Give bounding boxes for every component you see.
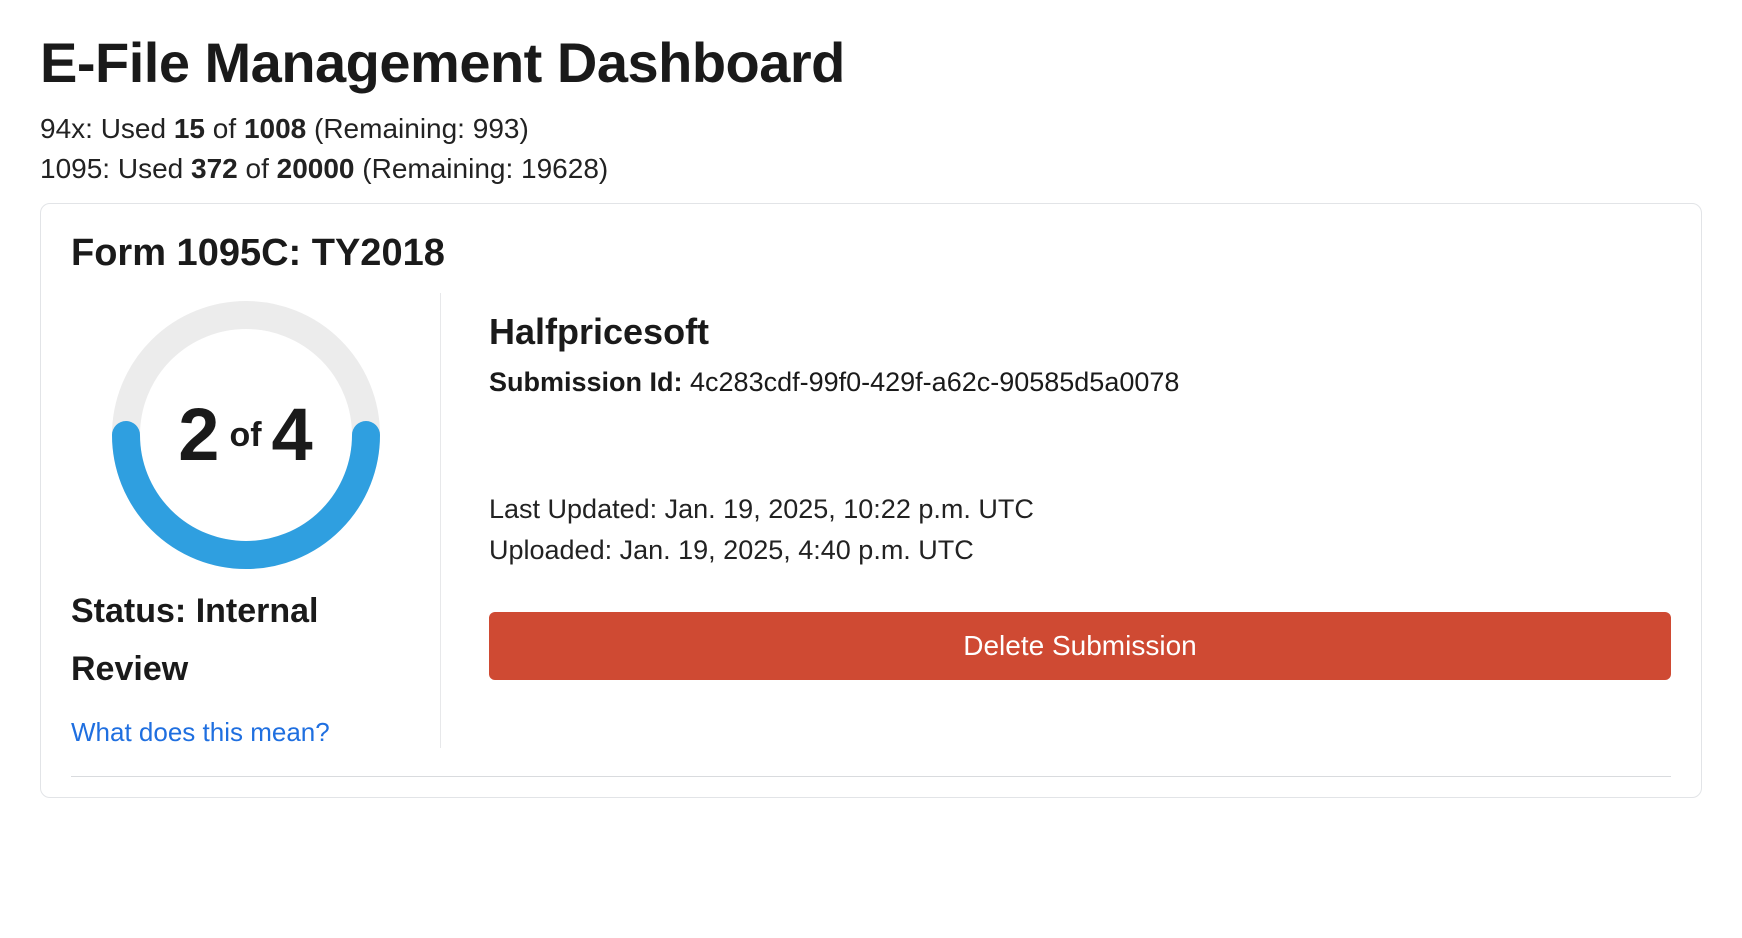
status-column: 2 of 4 Status: Internal Review What does…: [71, 293, 441, 748]
progress-total: 4: [272, 398, 313, 472]
progress-ring-wrap: 2 of 4: [71, 299, 420, 571]
progress-of: of: [229, 416, 261, 455]
usage-94x-remaining: (Remaining: 993): [306, 113, 529, 144]
usage-1095: 1095: Used 372 of 20000 (Remaining: 1962…: [40, 153, 1702, 185]
status-help-link[interactable]: What does this mean?: [71, 717, 330, 748]
delete-submission-button[interactable]: Delete Submission: [489, 612, 1671, 680]
usage-1095-total: 20000: [277, 153, 355, 184]
card-title: Form 1095C: TY2018: [71, 232, 1671, 275]
progress-ring: 2 of 4: [110, 299, 382, 571]
usage-1095-used: 372: [191, 153, 238, 184]
card-body: 2 of 4 Status: Internal Review What does…: [71, 293, 1671, 777]
usage-94x-prefix: 94x: Used: [40, 113, 174, 144]
submission-id-line: Submission Id: 4c283cdf-99f0-429f-a62c-9…: [489, 367, 1671, 398]
org-name: Halfpricesoft: [489, 311, 1671, 353]
submission-id-label: Submission Id:: [489, 367, 683, 397]
usage-1095-of: of: [238, 153, 277, 184]
details-column: Halfpricesoft Submission Id: 4c283cdf-99…: [441, 293, 1671, 748]
usage-94x-of: of: [205, 113, 244, 144]
page-title: E-File Management Dashboard: [40, 30, 1702, 95]
uploaded-label: Uploaded:: [489, 535, 620, 565]
submission-id-value: 4c283cdf-99f0-429f-a62c-90585d5a0078: [683, 367, 1180, 397]
usage-94x-used: 15: [174, 113, 205, 144]
last-updated-label: Last Updated:: [489, 494, 665, 524]
last-updated-value: Jan. 19, 2025, 10:22 p.m. UTC: [665, 494, 1034, 524]
usage-94x: 94x: Used 15 of 1008 (Remaining: 993): [40, 113, 1702, 145]
progress-current: 2: [178, 398, 219, 472]
last-updated-line: Last Updated: Jan. 19, 2025, 10:22 p.m. …: [489, 494, 1671, 525]
uploaded-value: Jan. 19, 2025, 4:40 p.m. UTC: [620, 535, 974, 565]
dashboard-page: E-File Management Dashboard 94x: Used 15…: [0, 0, 1742, 938]
progress-ring-center: 2 of 4: [110, 299, 382, 571]
status-label: Status:: [71, 592, 196, 630]
submission-card: Form 1095C: TY2018 2 of 4: [40, 203, 1702, 798]
status-line: Status: Internal Review: [71, 583, 420, 699]
usage-1095-remaining: (Remaining: 19628): [355, 153, 609, 184]
spacer: [489, 398, 1671, 494]
usage-1095-prefix: 1095: Used: [40, 153, 191, 184]
uploaded-line: Uploaded: Jan. 19, 2025, 4:40 p.m. UTC: [489, 535, 1671, 566]
usage-94x-total: 1008: [244, 113, 306, 144]
